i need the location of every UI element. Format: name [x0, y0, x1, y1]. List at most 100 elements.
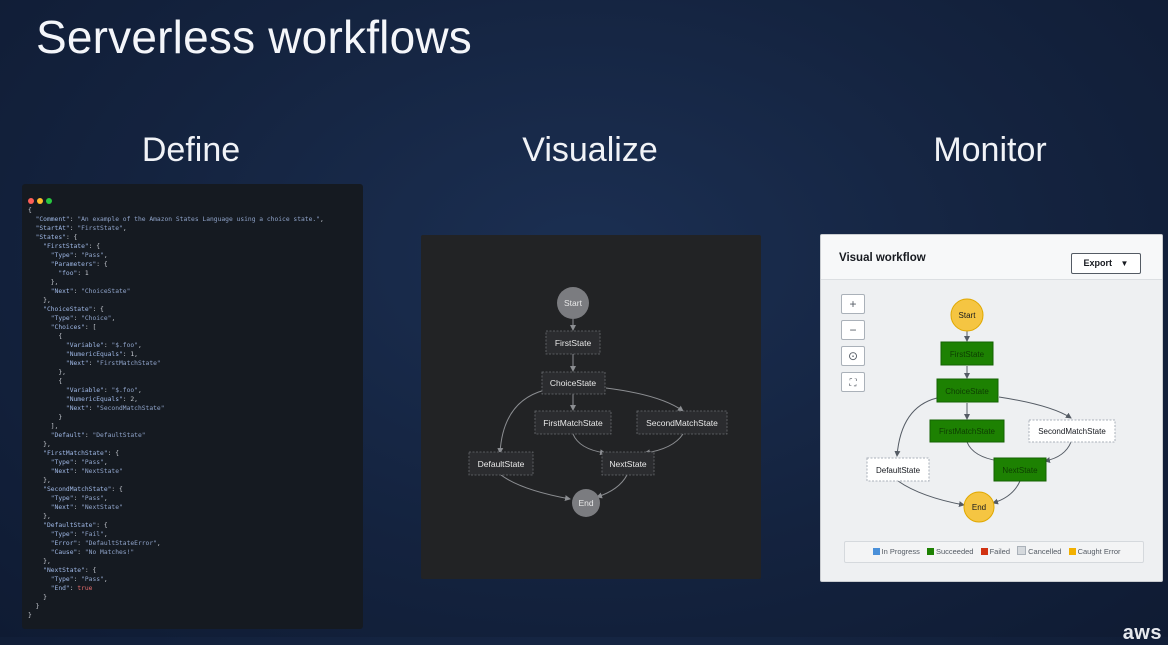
- mon-node-first-state[interactable]: FirstState: [940, 341, 994, 366]
- code-line: "Type": "Pass",: [50, 576, 108, 583]
- code-line: "ChoiceState": {: [43, 306, 104, 313]
- code-line: "Error": "DefaultStateError",: [50, 540, 161, 547]
- code-line: }: [28, 603, 40, 610]
- svg-text:End: End: [972, 503, 986, 512]
- code-line: "Next": "SecondMatchState": [65, 405, 165, 412]
- visual-workflow-panel: Visual workflow Export ▼ + − ⊙ ⛶ Start F…: [820, 234, 1163, 582]
- code-line: "States": {: [35, 234, 78, 241]
- code-line: "NextState": {: [43, 567, 97, 574]
- code-line: "Next": "NextState": [50, 504, 123, 511]
- mon-edge: [897, 480, 965, 508]
- close-dot-icon[interactable]: [28, 198, 34, 204]
- mon-node-next-state[interactable]: NextState: [993, 457, 1047, 482]
- define-heading: Define: [141, 131, 241, 169]
- code-line: "StartAt": "FirstState",: [35, 225, 127, 232]
- code-line: {: [28, 207, 32, 214]
- viz-node-default-state[interactable]: DefaultState: [468, 451, 534, 476]
- mon-node-end[interactable]: End: [963, 491, 995, 523]
- code-line: },: [28, 441, 51, 448]
- code-line: }: [28, 612, 32, 619]
- failed-swatch-icon: [980, 548, 988, 555]
- viz-node-second-match-state[interactable]: SecondMatchState: [636, 410, 728, 435]
- viz-edge: [596, 474, 628, 499]
- code-line: },: [28, 369, 66, 376]
- mon-node-choice-state[interactable]: ChoiceState: [936, 378, 999, 403]
- mon-edge: [998, 396, 1072, 419]
- code-line: ],: [28, 423, 59, 430]
- code-body: { "Comment": "An example of the Amazon S…: [28, 206, 359, 620]
- code-line: "Parameters": {: [50, 261, 108, 268]
- code-line: "Type": "Pass",: [50, 459, 108, 466]
- code-line: "Default": "DefaultState": [50, 432, 146, 439]
- svg-text:ChoiceState: ChoiceState: [945, 387, 989, 396]
- code-line: "Next": "NextState": [50, 468, 123, 475]
- workflow-graph-visualize: Start FirstState ChoiceState FirstMatchS…: [421, 235, 761, 579]
- viz-node-end[interactable]: End: [572, 489, 600, 517]
- code-line: "FirstState": {: [43, 243, 101, 250]
- legend-cancelled: Cancelled: [1028, 547, 1062, 556]
- code-line: "DefaultState": {: [43, 522, 108, 529]
- code-line: {: [28, 378, 63, 385]
- mon-node-start[interactable]: Start: [950, 298, 984, 332]
- legend-caught-error: Caught Error: [1077, 547, 1121, 556]
- caught-error-swatch-icon: [1068, 548, 1076, 555]
- svg-text:DefaultState: DefaultState: [876, 466, 921, 475]
- code-line: "Type": "Fail",: [50, 531, 108, 538]
- succeeded-swatch-icon: [926, 548, 934, 555]
- monitor-heading: Monitor: [933, 131, 1047, 169]
- status-legend: In Progress Succeeded Failed Cancelled C…: [844, 541, 1144, 563]
- code-line: "Next": "FirstMatchState": [65, 360, 161, 367]
- code-line: "SecondMatchState": {: [43, 486, 123, 493]
- svg-text:NextState: NextState: [1002, 466, 1038, 475]
- viz-node-next-state[interactable]: NextState: [601, 451, 655, 476]
- mon-edge: [1044, 441, 1072, 463]
- legend-failed: Failed: [989, 547, 1011, 556]
- viz-edge: [500, 474, 571, 502]
- viz-node-choice-state[interactable]: ChoiceState: [541, 371, 606, 395]
- svg-text:FirstMatchState: FirstMatchState: [939, 427, 996, 436]
- slide-title: Serverless workflows: [36, 11, 472, 63]
- visualize-heading: Visualize: [522, 131, 658, 169]
- mon-node-first-match-state[interactable]: FirstMatchState: [929, 419, 1005, 443]
- minimize-dot-icon[interactable]: [37, 198, 43, 204]
- mon-node-second-match-state[interactable]: SecondMatchState: [1028, 419, 1116, 443]
- viz-node-first-state[interactable]: FirstState: [545, 330, 601, 355]
- legend-in-progress: In Progress: [881, 547, 920, 556]
- viz-node-first-match-state[interactable]: FirstMatchState: [534, 410, 612, 435]
- code-line: "Comment": "An example of the Amazon Sta…: [35, 216, 324, 223]
- aws-logo: aws: [1122, 622, 1162, 644]
- code-line: },: [28, 513, 51, 520]
- svg-text:Start: Start: [959, 311, 977, 320]
- code-line: },: [28, 558, 51, 565]
- svg-text:FirstState: FirstState: [555, 338, 592, 348]
- code-line: "Cause": "No Matches!": [50, 549, 135, 556]
- svg-text:SecondMatchState: SecondMatchState: [646, 418, 718, 428]
- cancelled-swatch-icon: [1017, 546, 1027, 555]
- svg-text:FirstMatchState: FirstMatchState: [543, 418, 603, 428]
- code-line: },: [28, 477, 51, 484]
- svg-text:ChoiceState: ChoiceState: [550, 378, 597, 388]
- legend-succeeded: Succeeded: [935, 547, 974, 556]
- code-line: "Type": "Pass",: [50, 495, 108, 502]
- viz-node-start[interactable]: Start: [557, 287, 589, 319]
- svg-text:FirstState: FirstState: [950, 350, 985, 359]
- code-line: {: [28, 333, 63, 340]
- maximize-dot-icon[interactable]: [46, 198, 52, 204]
- viz-edge: [572, 433, 606, 456]
- viz-edge: [605, 387, 684, 412]
- mon-node-default-state[interactable]: DefaultState: [866, 457, 930, 482]
- code-line: "Type": "Pass",: [50, 252, 108, 259]
- svg-text:DefaultState: DefaultState: [478, 459, 525, 469]
- svg-text:Start: Start: [564, 298, 583, 308]
- code-line: },: [28, 297, 51, 304]
- code-line: },: [28, 279, 59, 286]
- code-line: "foo": 1: [58, 270, 89, 277]
- code-line: "Variable": "$.foo",: [65, 387, 142, 394]
- code-editor: { "Comment": "An example of the Amazon S…: [22, 184, 363, 629]
- code-line: "Type": "Choice",: [50, 315, 116, 322]
- code-line: }: [28, 594, 47, 601]
- code-line: "End": true: [50, 585, 93, 592]
- code-line: "FirstMatchState": {: [43, 450, 119, 457]
- code-line: "NumericEquals": 2,: [65, 396, 138, 403]
- svg-text:NextState: NextState: [609, 459, 647, 469]
